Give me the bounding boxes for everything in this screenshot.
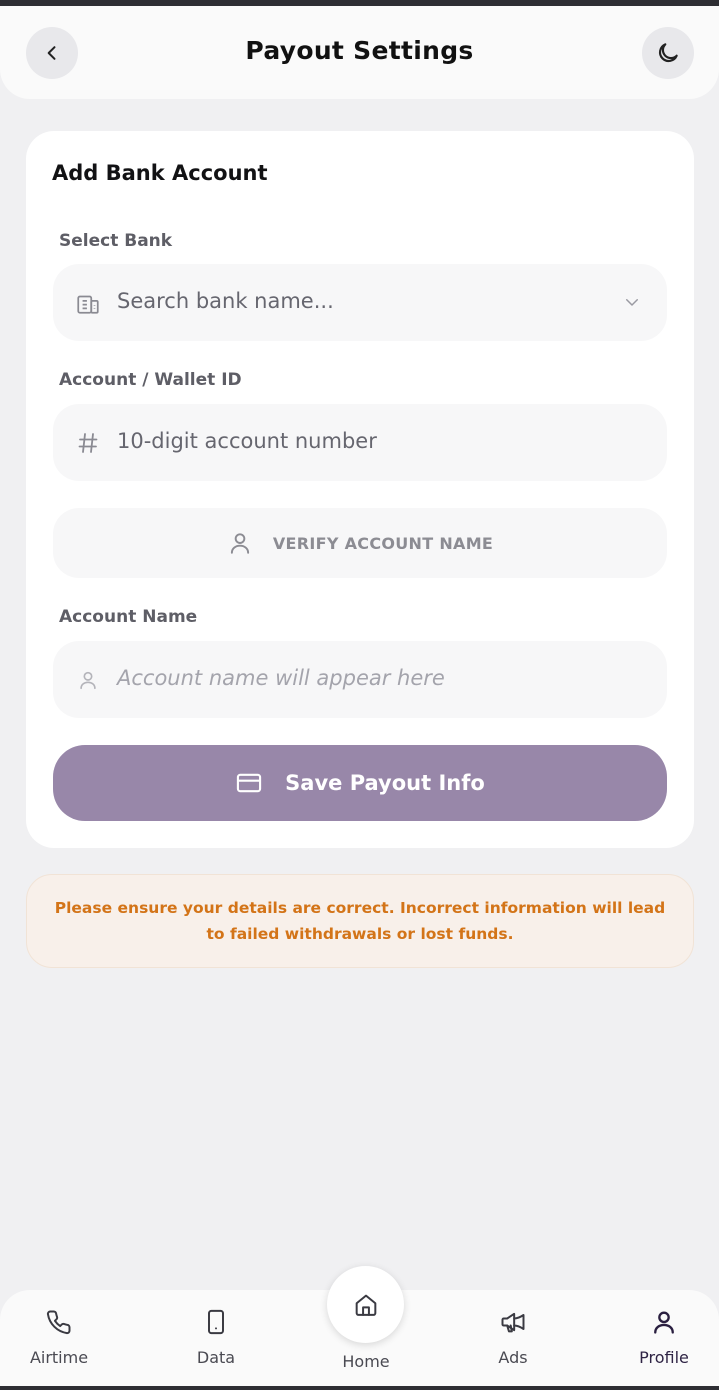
phone-icon — [46, 1310, 71, 1335]
bottom-edge-strip — [0, 1386, 719, 1390]
nav-label-ads: Ads — [498, 1348, 528, 1367]
smartphone-icon — [208, 1309, 224, 1335]
save-payout-info-button[interactable]: Save Payout Info — [53, 745, 667, 821]
account-number-placeholder: 10-digit account number — [117, 429, 377, 453]
bank-select[interactable]: Search bank name... — [53, 264, 667, 341]
warning-notice: Please ensure your details are correct. … — [26, 874, 694, 968]
bank-search-placeholder: Search bank name... — [117, 289, 334, 313]
nav-item-ads[interactable]: Ads — [463, 1308, 563, 1367]
nav-item-data[interactable]: Data — [166, 1308, 266, 1367]
user-icon — [654, 1311, 674, 1334]
building-icon — [75, 290, 101, 316]
chevron-down-icon — [626, 299, 638, 306]
card-title: Add Bank Account — [52, 161, 268, 185]
add-bank-account-card: Add Bank Account Select Bank Search bank… — [26, 131, 694, 848]
account-name-field: Account name will appear here — [53, 641, 667, 718]
credit-card-icon — [237, 773, 262, 793]
nav-label-home: Home — [342, 1352, 390, 1371]
app-header: Payout Settings — [0, 6, 719, 99]
warning-text: Please ensure your details are correct. … — [54, 899, 666, 943]
nav-item-home[interactable] — [327, 1266, 404, 1343]
user-icon — [230, 533, 249, 554]
theme-toggle-button[interactable] — [642, 27, 694, 79]
page-title: Payout Settings — [245, 36, 474, 65]
save-button-label: Save Payout Info — [285, 771, 485, 795]
nav-item-airtime[interactable]: Airtime — [9, 1308, 109, 1367]
nav-label-profile: Profile — [639, 1348, 689, 1367]
moon-icon — [658, 43, 678, 63]
home-icon — [355, 1294, 376, 1316]
hash-icon — [75, 430, 101, 456]
nav-label-airtime: Airtime — [29, 1348, 89, 1367]
verify-button-label: VERIFY ACCOUNT NAME — [272, 533, 494, 553]
account-name-label: Account Name — [59, 607, 198, 627]
verify-account-name-button[interactable]: VERIFY ACCOUNT NAME — [53, 508, 667, 578]
nav-item-profile[interactable]: Profile — [614, 1308, 714, 1367]
user-icon — [75, 667, 101, 693]
account-name-placeholder: Account name will appear here — [117, 666, 445, 690]
nav-label-data: Data — [196, 1348, 236, 1367]
account-wallet-label: Account / Wallet ID — [59, 370, 242, 390]
account-number-input[interactable]: 10-digit account number — [53, 404, 667, 481]
megaphone-icon — [501, 1312, 525, 1333]
select-bank-label: Select Bank — [59, 231, 173, 251]
